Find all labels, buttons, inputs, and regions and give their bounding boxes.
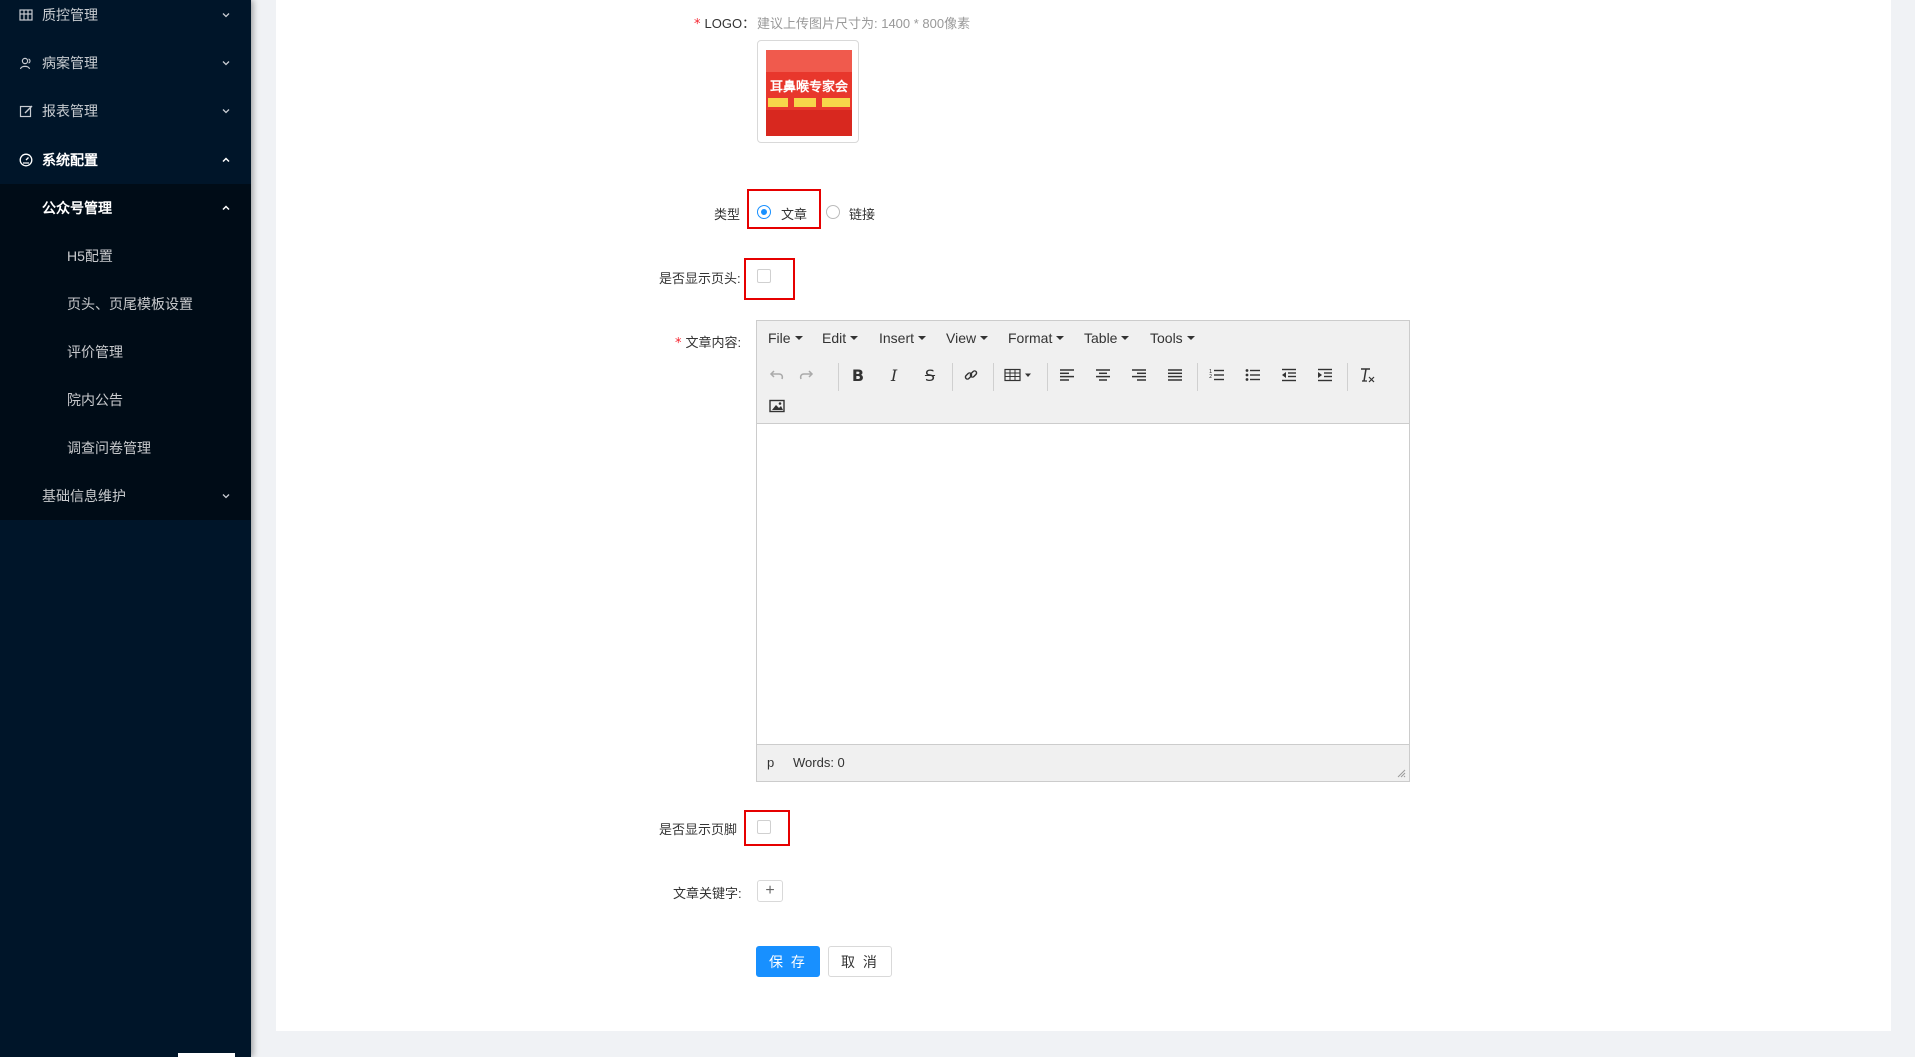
toolbar-separator xyxy=(1347,363,1348,391)
bullet-list-icon[interactable] xyxy=(1240,362,1266,388)
align-right-icon[interactable] xyxy=(1126,362,1152,388)
chevron-down-icon xyxy=(222,13,230,18)
clear-formatting-icon[interactable] xyxy=(1354,362,1380,388)
sidebar-item-basic-info[interactable]: 基础信息维护 xyxy=(0,472,251,520)
toolbar-separator xyxy=(1197,363,1198,391)
editor-content-area[interactable] xyxy=(757,424,1409,742)
editor-element-path[interactable]: p xyxy=(767,755,774,770)
strikethrough-icon[interactable]: S xyxy=(917,362,943,388)
editor-menu-insert[interactable]: Insert xyxy=(879,330,927,346)
logo-size-hint: 建议上传图片尺寸为: 1400 * 800像素 xyxy=(757,16,971,31)
highlight-box-type xyxy=(747,189,821,229)
sidebar-item-quality-control[interactable]: 质控管理 xyxy=(0,0,251,39)
italic-icon[interactable]: I xyxy=(881,362,907,388)
align-left-icon[interactable] xyxy=(1054,362,1080,388)
sidebar-item-header-footer-template[interactable]: 页头、页尾模板设置 xyxy=(0,280,251,328)
table-icon xyxy=(18,7,34,23)
logo-thumbnail: 耳鼻喉专家会 xyxy=(766,50,852,136)
editor-menu-edit[interactable]: Edit xyxy=(822,330,859,346)
toolbar-separator xyxy=(952,363,953,391)
editor-menu-table[interactable]: Table xyxy=(1084,330,1130,346)
edit-icon xyxy=(18,103,34,119)
toolbar-separator xyxy=(1047,363,1048,391)
chevron-down-icon xyxy=(222,109,230,114)
editor-menu-file[interactable]: File xyxy=(768,330,803,346)
sidebar-item-reports[interactable]: 报表管理 xyxy=(0,87,251,135)
sidebar-item-label: 评价管理 xyxy=(67,344,123,360)
sidebar-item-survey[interactable]: 调查问卷管理 xyxy=(0,424,251,472)
add-keyword-button[interactable]: + xyxy=(757,880,783,902)
sidebar-item-evaluation[interactable]: 评价管理 xyxy=(0,328,251,376)
sidebar-item-announcement[interactable]: 院内公告 xyxy=(0,376,251,424)
svg-text:2: 2 xyxy=(1209,374,1212,380)
sidebar-item-label: 病案管理 xyxy=(42,55,98,71)
align-center-icon[interactable] xyxy=(1090,362,1116,388)
editor-menu-format[interactable]: Format xyxy=(1008,330,1065,346)
sidebar-item-medical-records[interactable]: 病案管理 xyxy=(0,39,251,87)
editor-menu-tools[interactable]: Tools xyxy=(1150,330,1195,346)
link-icon[interactable] xyxy=(958,362,984,388)
dashboard-icon xyxy=(18,152,34,168)
chevron-up-icon xyxy=(222,157,230,163)
logo-label: * LOGO： xyxy=(694,16,756,32)
redo-icon[interactable] xyxy=(793,362,819,388)
editor-word-count: Words: 0 xyxy=(793,755,845,770)
required-mark: * xyxy=(675,336,682,351)
type-option-link[interactable]: 链接 xyxy=(849,204,875,223)
toolbar-separator xyxy=(993,363,994,391)
highlight-box-header xyxy=(744,258,795,300)
editor-menubar: File Edit Insert View Format Table Tools xyxy=(757,321,1409,356)
type-label: 类型 xyxy=(714,207,741,222)
rich-text-editor: File Edit Insert View Format Table Tools… xyxy=(756,320,1410,782)
sidebar-item-label: 系统配置 xyxy=(42,152,98,168)
sidebar-item-label: 公众号管理 xyxy=(42,200,112,216)
image-insert-icon[interactable] xyxy=(764,393,790,419)
table-insert-icon[interactable] xyxy=(1001,362,1037,388)
resize-handle-icon[interactable] xyxy=(1396,768,1406,778)
highlight-box-footer xyxy=(744,810,790,846)
show-footer-label: 是否显示页脚 xyxy=(659,822,738,837)
undo-icon[interactable] xyxy=(764,362,790,388)
sidebar-item-label: 调查问卷管理 xyxy=(67,440,151,456)
indent-icon[interactable] xyxy=(1312,362,1338,388)
sidebar-item-label: H5配置 xyxy=(67,248,113,264)
chevron-down-icon xyxy=(222,494,230,499)
editor-statusbar: p Words: 0 xyxy=(757,744,1409,781)
sidebar-item-official-account[interactable]: 公众号管理 xyxy=(0,184,251,232)
sidebar-item-label: 质控管理 xyxy=(42,7,98,23)
show-header-label: 是否显示页头: xyxy=(659,271,741,286)
outdent-icon[interactable] xyxy=(1276,362,1302,388)
sidebar-item-label: 基础信息维护 xyxy=(42,488,126,504)
sidebar-item-system-config[interactable]: 系统配置 xyxy=(0,136,251,184)
keywords-label: 文章关键字: xyxy=(673,886,742,901)
editor-menu-view[interactable]: View xyxy=(946,330,989,346)
bold-icon[interactable]: B xyxy=(845,362,871,388)
chevron-down-icon xyxy=(222,61,230,66)
logo-thumbnail-text: 耳鼻喉专家会 xyxy=(769,79,848,94)
content-label: * 文章内容: xyxy=(675,335,742,351)
bottom-strip xyxy=(178,1053,235,1057)
required-mark: * xyxy=(694,17,701,32)
logo-upload[interactable]: 耳鼻喉专家会 xyxy=(757,40,859,143)
sidebar: 质控管理 病案管理 报表管理 系统配置 公众号管理 H5配置 页头、页尾模板设置… xyxy=(0,0,251,1057)
chevron-up-icon xyxy=(222,205,230,211)
type-radio-link[interactable] xyxy=(826,205,840,219)
sidebar-item-label: 报表管理 xyxy=(42,103,98,119)
numbered-list-icon[interactable]: 12 xyxy=(1204,362,1230,388)
align-justify-icon[interactable] xyxy=(1162,362,1188,388)
users-icon xyxy=(18,55,34,71)
sidebar-item-label: 页头、页尾模板设置 xyxy=(67,296,193,312)
save-button[interactable]: 保 存 xyxy=(756,946,820,977)
sidebar-item-h5-config[interactable]: H5配置 xyxy=(0,232,251,280)
toolbar-separator xyxy=(838,363,839,391)
cancel-button[interactable]: 取 消 xyxy=(828,946,892,977)
sidebar-item-label: 院内公告 xyxy=(67,392,123,408)
